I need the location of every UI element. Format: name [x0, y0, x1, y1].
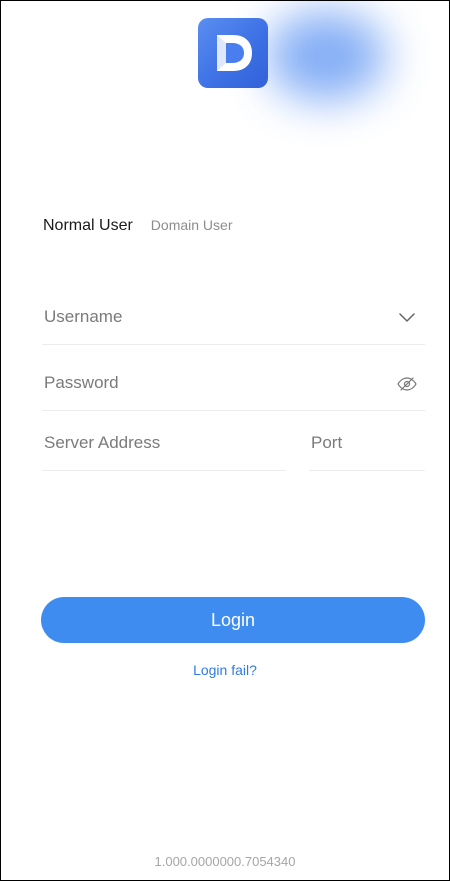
tab-normal-user[interactable]: Normal User	[43, 217, 133, 235]
port-placeholder: Port	[311, 433, 343, 452]
username-field[interactable]: Username	[42, 293, 425, 345]
eye-off-icon[interactable]	[397, 374, 417, 394]
user-type-tabs: Normal User Domain User	[43, 217, 233, 235]
server-address-placeholder: Server Address	[44, 433, 161, 452]
username-placeholder: Username	[44, 307, 123, 326]
app-logo-d-icon	[198, 18, 268, 88]
server-address-field[interactable]: Server Address	[42, 419, 286, 471]
version-label: 1.000.0000000.7054340	[154, 854, 296, 869]
decorative-blur	[266, 11, 386, 101]
chevron-down-icon[interactable]	[397, 308, 417, 328]
password-field[interactable]: Password	[42, 359, 425, 411]
tab-domain-user[interactable]: Domain User	[151, 217, 233, 233]
port-field[interactable]: Port	[309, 419, 425, 471]
login-button[interactable]: Login	[41, 597, 425, 643]
login-screen: Normal User Domain User Username Passwor…	[0, 0, 450, 881]
login-fail-link[interactable]: Login fail?	[1, 662, 449, 678]
password-placeholder: Password	[44, 373, 119, 392]
